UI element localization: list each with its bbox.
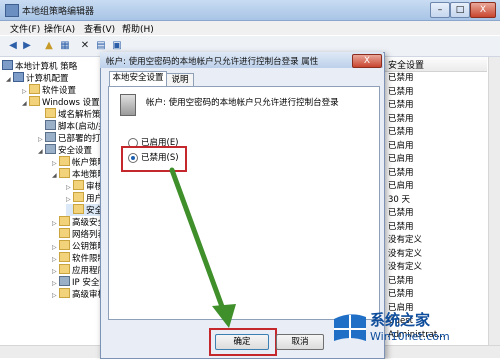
policy-icon xyxy=(120,94,136,116)
expand-arrow-icon[interactable]: ▷ xyxy=(52,290,59,302)
menu-bar: 文件(F) 操作(A) 查看(V) 帮助(H) xyxy=(0,21,500,35)
folder-icon xyxy=(59,156,70,166)
watermark-site-name: 系统之家 xyxy=(370,311,431,329)
folder-icon xyxy=(45,108,56,118)
export-icon[interactable]: ▣ xyxy=(110,39,124,52)
tree-node-public-key[interactable]: ▷ 公钥策略 xyxy=(52,240,106,252)
tree-node-scripts[interactable]: 脚本(启动/关 xyxy=(38,120,107,132)
collapse-arrow-icon[interactable]: ◢ xyxy=(38,146,45,158)
minimize-button[interactable]: – xyxy=(430,2,450,18)
network-icon xyxy=(59,276,70,286)
tree-node-software-settings[interactable]: ▷ 软件设置 xyxy=(22,84,76,96)
tree-node-advanced-firewall[interactable]: ▷ 高级安全 xyxy=(52,216,106,228)
collapse-arrow-icon[interactable]: ◢ xyxy=(6,74,13,86)
setting-value-cell[interactable]: 已启用 xyxy=(388,180,414,193)
folder-icon xyxy=(59,216,70,226)
up-folder-icon[interactable]: ▲ xyxy=(42,39,56,52)
watermark-url: Win10net.com xyxy=(370,330,450,343)
vertical-scrollbar[interactable] xyxy=(488,57,500,345)
tree-node-deployed-printers[interactable]: ▷ 已部署的打 xyxy=(38,132,101,144)
menu-help[interactable]: 帮助(H) xyxy=(122,22,154,35)
back-icon[interactable]: ◀ xyxy=(6,39,20,52)
tree-node-name-resolution[interactable]: 域名解析策 xyxy=(38,108,101,120)
window-title: 本地组策略编辑器 xyxy=(22,7,95,17)
tree-node-computer-config[interactable]: ◢ 计算机配置 xyxy=(6,72,69,84)
setting-value-cell[interactable]: 已禁用 xyxy=(388,113,414,126)
setting-value-cell[interactable]: 已禁用 xyxy=(388,86,414,99)
folder-icon xyxy=(59,288,70,298)
setting-value-cell[interactable]: 已禁用 xyxy=(388,221,414,234)
printer-icon xyxy=(45,132,56,142)
dialog-close-button[interactable]: X xyxy=(352,54,382,68)
computer-icon xyxy=(13,72,24,82)
tree-node-account-policies[interactable]: ▷ 帐户策略 xyxy=(52,156,106,168)
setting-value-cell[interactable]: 没有定义 xyxy=(388,234,422,247)
tree-node-software-restriction[interactable]: ▷ 软件限制 xyxy=(52,252,106,264)
windows-logo-icon xyxy=(334,314,366,341)
setting-value-cell[interactable]: 已禁用 xyxy=(388,207,414,220)
folder-icon xyxy=(59,228,70,238)
setting-value-cell[interactable]: 已禁用 xyxy=(388,72,414,85)
column-header-security-setting[interactable]: 安全设置 xyxy=(383,57,487,72)
folder-icon xyxy=(59,168,70,178)
maximize-button[interactable]: □ xyxy=(450,2,470,18)
tree-node-network-list[interactable]: 网络列表 xyxy=(52,228,106,240)
dialog-title: 帐户: 使用空密码的本地帐户只允许进行控制台登录 属性 xyxy=(106,57,319,67)
setting-value-cell[interactable]: 30 天 xyxy=(388,194,410,207)
tree-node-user-rights[interactable]: ▷ 用户 xyxy=(66,192,103,204)
window-titlebar: 本地组策略编辑器 – □ X xyxy=(0,0,500,21)
setting-value-cell[interactable]: 已禁用 xyxy=(388,167,414,180)
tree-node-security-options[interactable]: 安全 xyxy=(66,204,104,216)
tree-node-audit-policy[interactable]: ▷ 审核 xyxy=(66,180,103,192)
script-icon xyxy=(45,120,56,130)
folder-icon xyxy=(29,84,40,94)
setting-value-cell[interactable]: 已启用 xyxy=(388,140,414,153)
security-icon xyxy=(45,144,56,154)
delete-icon[interactable]: ✕ xyxy=(78,39,92,52)
setting-value-cell[interactable]: 没有定义 xyxy=(388,261,422,274)
setting-value-cell[interactable]: 已禁用 xyxy=(388,99,414,112)
highlight-disabled-option xyxy=(121,146,187,172)
tree-node-app-control[interactable]: ▷ 应用程序 xyxy=(52,264,106,276)
folder-icon xyxy=(59,240,70,250)
collapse-arrow-icon[interactable]: ◢ xyxy=(22,98,29,110)
tab-local-security-setting[interactable]: 本地安全设置 xyxy=(109,71,167,87)
tab-panel xyxy=(108,86,380,320)
setting-value-cell[interactable]: 已禁用 xyxy=(388,126,414,139)
folder-icon xyxy=(59,252,70,262)
properties-icon[interactable]: ▤ xyxy=(94,39,108,52)
folder-icon xyxy=(73,180,84,190)
menu-file[interactable]: 文件(F) xyxy=(10,22,40,35)
tree-node-advanced-audit[interactable]: ▷ 高级审核 xyxy=(52,288,106,300)
setting-value-cell[interactable]: 已禁用 xyxy=(388,275,414,288)
policy-description: 帐户: 使用空密码的本地帐户只允许进行控制台登录 xyxy=(146,98,339,108)
tree-node-local-policies[interactable]: ◢ 本地策略 xyxy=(52,168,106,180)
setting-value-cell[interactable]: 已禁用 xyxy=(388,288,414,301)
setting-value-cell[interactable]: 已启用 xyxy=(388,153,414,166)
gpedit-app-icon xyxy=(5,4,19,17)
folder-icon xyxy=(29,96,40,106)
forward-icon[interactable]: ▶ xyxy=(20,39,34,52)
setting-value-cell[interactable]: 没有定义 xyxy=(388,248,422,261)
tree-node-windows-settings[interactable]: ◢ Windows 设置 xyxy=(22,96,100,108)
close-window-button[interactable]: X xyxy=(470,2,496,18)
dialog-titlebar: 帐户: 使用空密码的本地帐户只允许进行控制台登录 属性 xyxy=(100,52,383,68)
menu-action[interactable]: 操作(A) xyxy=(44,22,75,35)
folder-icon xyxy=(73,192,84,202)
tree-node-security-settings[interactable]: ◢ 安全设置 xyxy=(38,144,92,156)
folder-icon xyxy=(59,264,70,274)
collapse-arrow-icon[interactable]: ◢ xyxy=(52,170,59,182)
console-tree-icon[interactable]: ▦ xyxy=(58,39,72,52)
highlight-ok-button xyxy=(209,328,277,356)
menu-view[interactable]: 查看(V) xyxy=(84,22,115,35)
tree-node-local-policy[interactable]: 本地计算机 策略 xyxy=(2,60,77,72)
watermark: 系统之家 Win10net.com xyxy=(330,305,500,357)
computer-icon xyxy=(2,60,13,70)
cancel-button[interactable]: 取消 xyxy=(276,334,324,350)
folder-icon xyxy=(73,204,84,214)
tab-explain[interactable]: 说明 xyxy=(166,73,194,87)
